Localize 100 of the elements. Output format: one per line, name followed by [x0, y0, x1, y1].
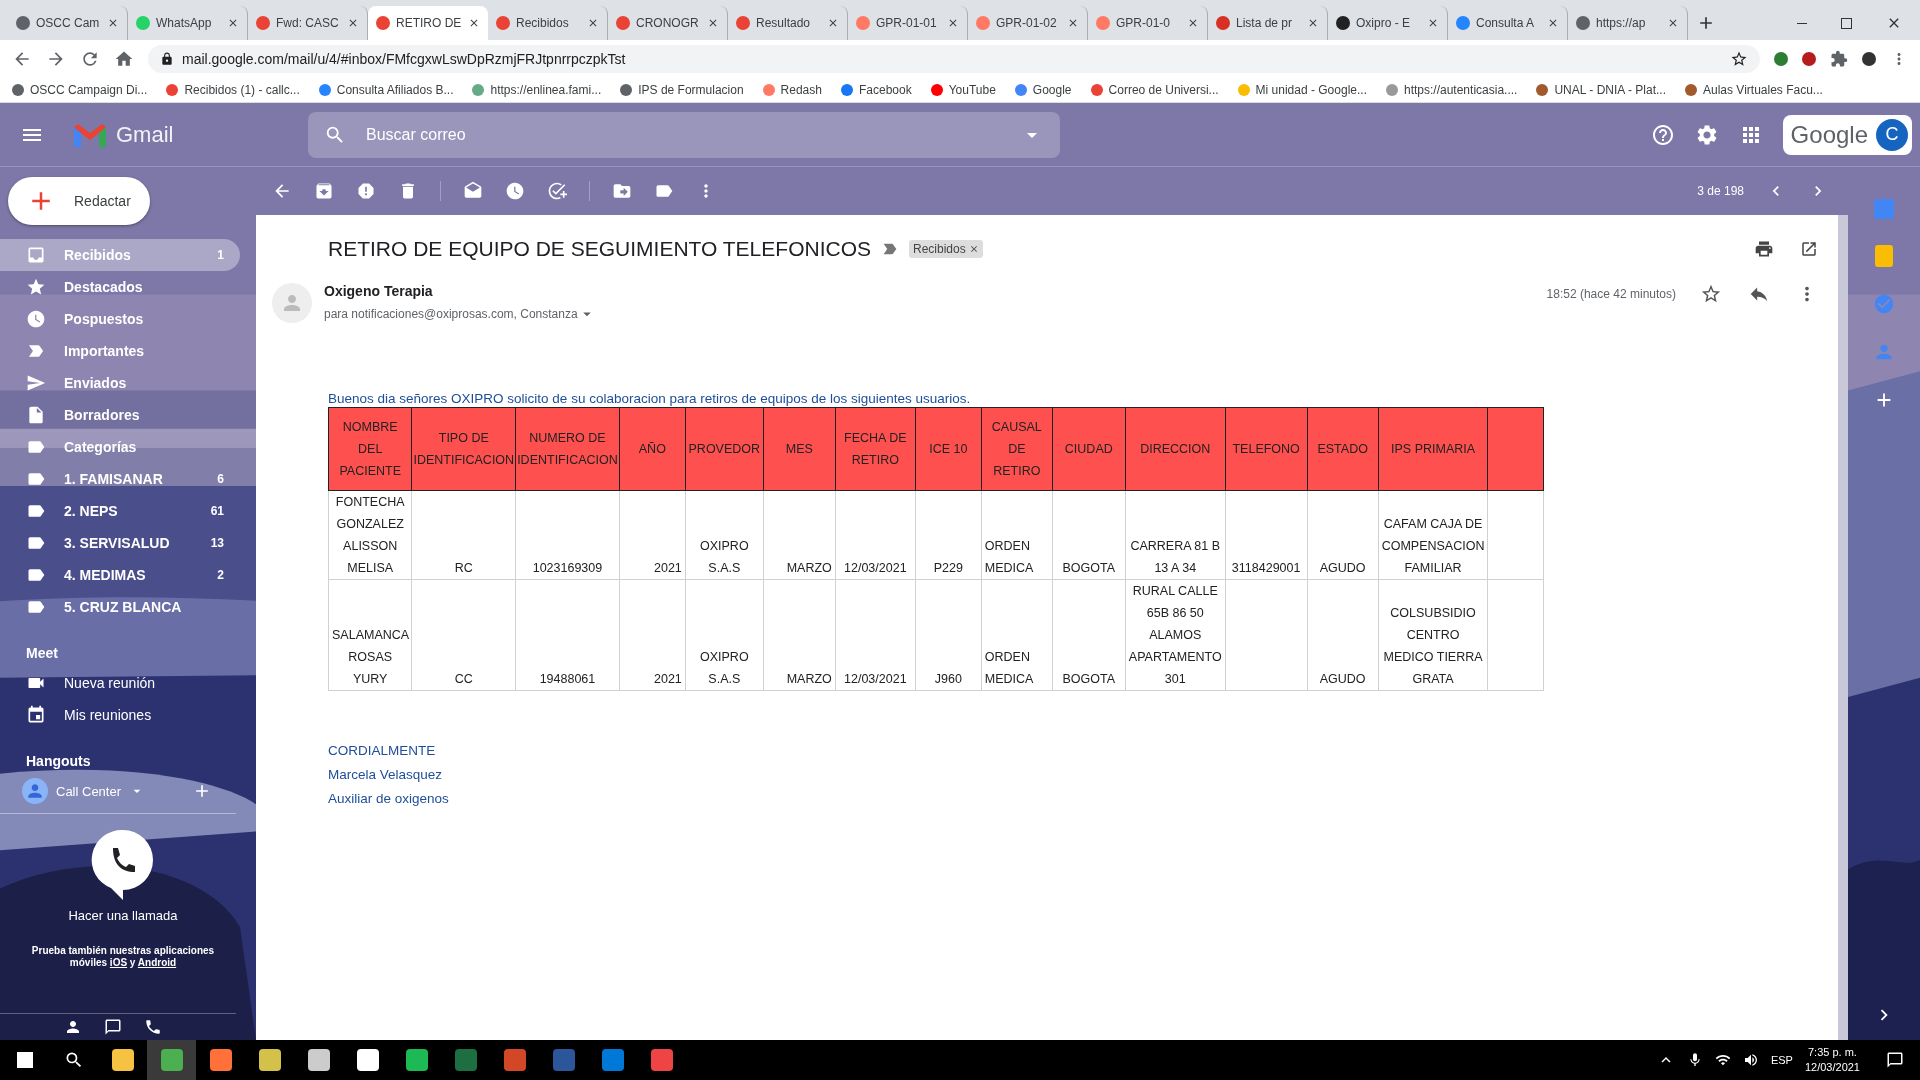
- clock-icon[interactable]: [505, 181, 525, 201]
- remove-label-icon[interactable]: [968, 244, 979, 254]
- close-icon[interactable]: [1067, 17, 1079, 29]
- bookmark[interactable]: Recibidos (1) - callc...: [166, 83, 300, 97]
- extension-icon[interactable]: [1802, 52, 1816, 66]
- sidebar-item[interactable]: 2. NEPS 61: [0, 495, 240, 527]
- close-icon[interactable]: [227, 17, 239, 29]
- close-icon[interactable]: [1427, 17, 1439, 29]
- column-header: TIPO DE IDENTIFICACION: [411, 407, 516, 491]
- close-icon[interactable]: [1307, 17, 1319, 29]
- column-header: IPS PRIMARIA: [1378, 407, 1488, 491]
- profile-avatar-icon[interactable]: [1862, 52, 1876, 66]
- table-cell: 19488061: [515, 579, 620, 691]
- extension-icon[interactable]: [1774, 52, 1788, 66]
- signature-line: Auxiliar de oxigenos: [328, 790, 450, 808]
- restore-icon[interactable]: [1841, 17, 1852, 29]
- clock[interactable]: 7:35 p. m. 12/03/2021: [1804, 1045, 1860, 1075]
- browser-tab[interactable]: RETIRO DE: [368, 6, 488, 40]
- email-subject: RETIRO DE EQUIPO DE SEGUIMIENTO TELEFONICOS: [328, 237, 871, 261]
- table-cell: CC: [411, 579, 516, 691]
- bookmark[interactable]: Facebook: [841, 83, 912, 97]
- close-icon[interactable]: [347, 17, 359, 29]
- bookmark[interactable]: Aulas Virtuales Facu...: [1685, 83, 1823, 97]
- language-indicator[interactable]: ESP: [1770, 1054, 1793, 1066]
- sidebar-item[interactable]: 5. CRUZ BLANCA: [0, 591, 240, 623]
- extensions-icon[interactable]: [1830, 50, 1848, 68]
- bookmark[interactable]: Consulta Afiliados B...: [318, 83, 454, 97]
- section-heading: Hangouts: [25, 752, 92, 771]
- close-icon[interactable]: [468, 17, 480, 29]
- column-header: CIUDAD: [1052, 407, 1126, 491]
- sidebar-item[interactable]: 1. FAMISANAR 6: [0, 463, 240, 495]
- home-icon[interactable]: [114, 49, 134, 69]
- sidebar-item[interactable]: Borradores: [0, 399, 240, 431]
- meet-item[interactable]: Nueva reunión: [0, 667, 256, 699]
- recipients[interactable]: para notificaciones@oxiprosas.com, Constanza: [324, 305, 596, 323]
- search-field[interactable]: Buscar correo: [308, 111, 1060, 158]
- report-icon[interactable]: [356, 181, 376, 201]
- open-new-window-icon[interactable]: [1800, 240, 1818, 258]
- compose-button[interactable]: Redactar: [8, 177, 150, 225]
- print-icon[interactable]: [1754, 239, 1774, 259]
- volume-icon[interactable]: [1742, 1052, 1759, 1068]
- phone-bubble-icon[interactable]: [91, 828, 155, 902]
- column-header: TELEFONO: [1225, 407, 1308, 491]
- close-icon[interactable]: [587, 17, 599, 29]
- sidebar-item[interactable]: Destacados: [0, 271, 240, 303]
- bookmark[interactable]: IPS de Formulacion: [620, 83, 744, 97]
- document-icon: [26, 405, 46, 425]
- table-cell: CAFAM CAJA DE COMPENSACION FAMILIAR: [1378, 490, 1488, 580]
- table-cell: 2021: [619, 579, 686, 691]
- phone-icon[interactable]: [144, 1018, 162, 1036]
- label-chip[interactable]: Recibidos: [909, 240, 983, 258]
- archive-icon[interactable]: [314, 181, 334, 201]
- close-icon[interactable]: [107, 17, 119, 29]
- close-icon[interactable]: [947, 17, 959, 29]
- bookmark-star-icon[interactable]: [1730, 50, 1748, 68]
- add-task-icon[interactable]: [547, 181, 567, 201]
- bookmark[interactable]: https://enlinea.fami...: [472, 83, 602, 97]
- bookmark[interactable]: Mi unidad - Google...: [1237, 83, 1367, 97]
- bookmark[interactable]: OSCC Campaign Di...: [12, 83, 148, 97]
- notifications-icon[interactable]: [1886, 1051, 1904, 1069]
- ios-link[interactable]: iOS: [109, 957, 128, 968]
- table-cell: MARZO: [763, 490, 836, 580]
- bookmark[interactable]: Redash: [762, 83, 822, 97]
- minimize-icon[interactable]: [1797, 22, 1807, 24]
- close-icon[interactable]: [707, 17, 719, 29]
- reload-icon[interactable]: [80, 49, 100, 69]
- chat-icon[interactable]: [104, 1018, 122, 1036]
- inbox-icon: [26, 245, 46, 265]
- table-cell: J960: [915, 579, 982, 691]
- call-caption: Hacer una llamada: [68, 908, 178, 923]
- move-folder-icon[interactable]: [612, 181, 632, 201]
- close-icon[interactable]: [1667, 17, 1679, 29]
- close-icon[interactable]: [1547, 17, 1559, 29]
- bookmark[interactable]: Correo de Universi...: [1090, 83, 1219, 97]
- star-icon: [26, 277, 46, 297]
- table-cell: MARZO: [763, 579, 836, 691]
- open-envelope-icon[interactable]: [463, 181, 483, 201]
- address-bar[interactable]: mail.google.com/mail/u/4/#inbox/FMfcgxwLswDpRzmjFRJtpnrrpczpkTst: [148, 45, 1760, 73]
- bookmark[interactable]: UNAL - DNIA - Plat...: [1536, 83, 1666, 97]
- star-icon[interactable]: [1700, 283, 1722, 305]
- bookmark[interactable]: https://autenticasia....: [1386, 83, 1518, 97]
- person-icon[interactable]: [64, 1018, 82, 1036]
- sidebar-item[interactable]: 3. SERVISALUD 13: [0, 527, 240, 559]
- table-cell: 1023169309: [515, 490, 620, 580]
- close-icon[interactable]: [1187, 17, 1199, 29]
- help-icon[interactable]: [1650, 122, 1675, 147]
- table-cell: BOGOTA: [1052, 490, 1126, 580]
- sidebar-item[interactable]: 4. MEDIMAS 2: [0, 559, 240, 591]
- bookmark[interactable]: Google: [1014, 83, 1072, 97]
- lock-icon: [160, 52, 174, 66]
- meet-item[interactable]: Mis reuniones: [0, 699, 256, 731]
- table-cell: CARRERA 81 B 13 A 34: [1125, 490, 1226, 580]
- search-input[interactable]: Buscar correo: [364, 124, 1002, 145]
- account-button[interactable]: Google C: [1782, 114, 1912, 155]
- close-icon[interactable]: [827, 17, 839, 29]
- network-icon[interactable]: [1714, 1052, 1731, 1068]
- table-cell: RURAL CALLE 65B 86 50 ALAMOS APARTAMENTO 301: [1125, 579, 1226, 691]
- bookmark[interactable]: YouTube: [930, 83, 996, 97]
- table-cell: 12/03/2021: [835, 579, 916, 691]
- android-link[interactable]: Android: [137, 957, 177, 968]
